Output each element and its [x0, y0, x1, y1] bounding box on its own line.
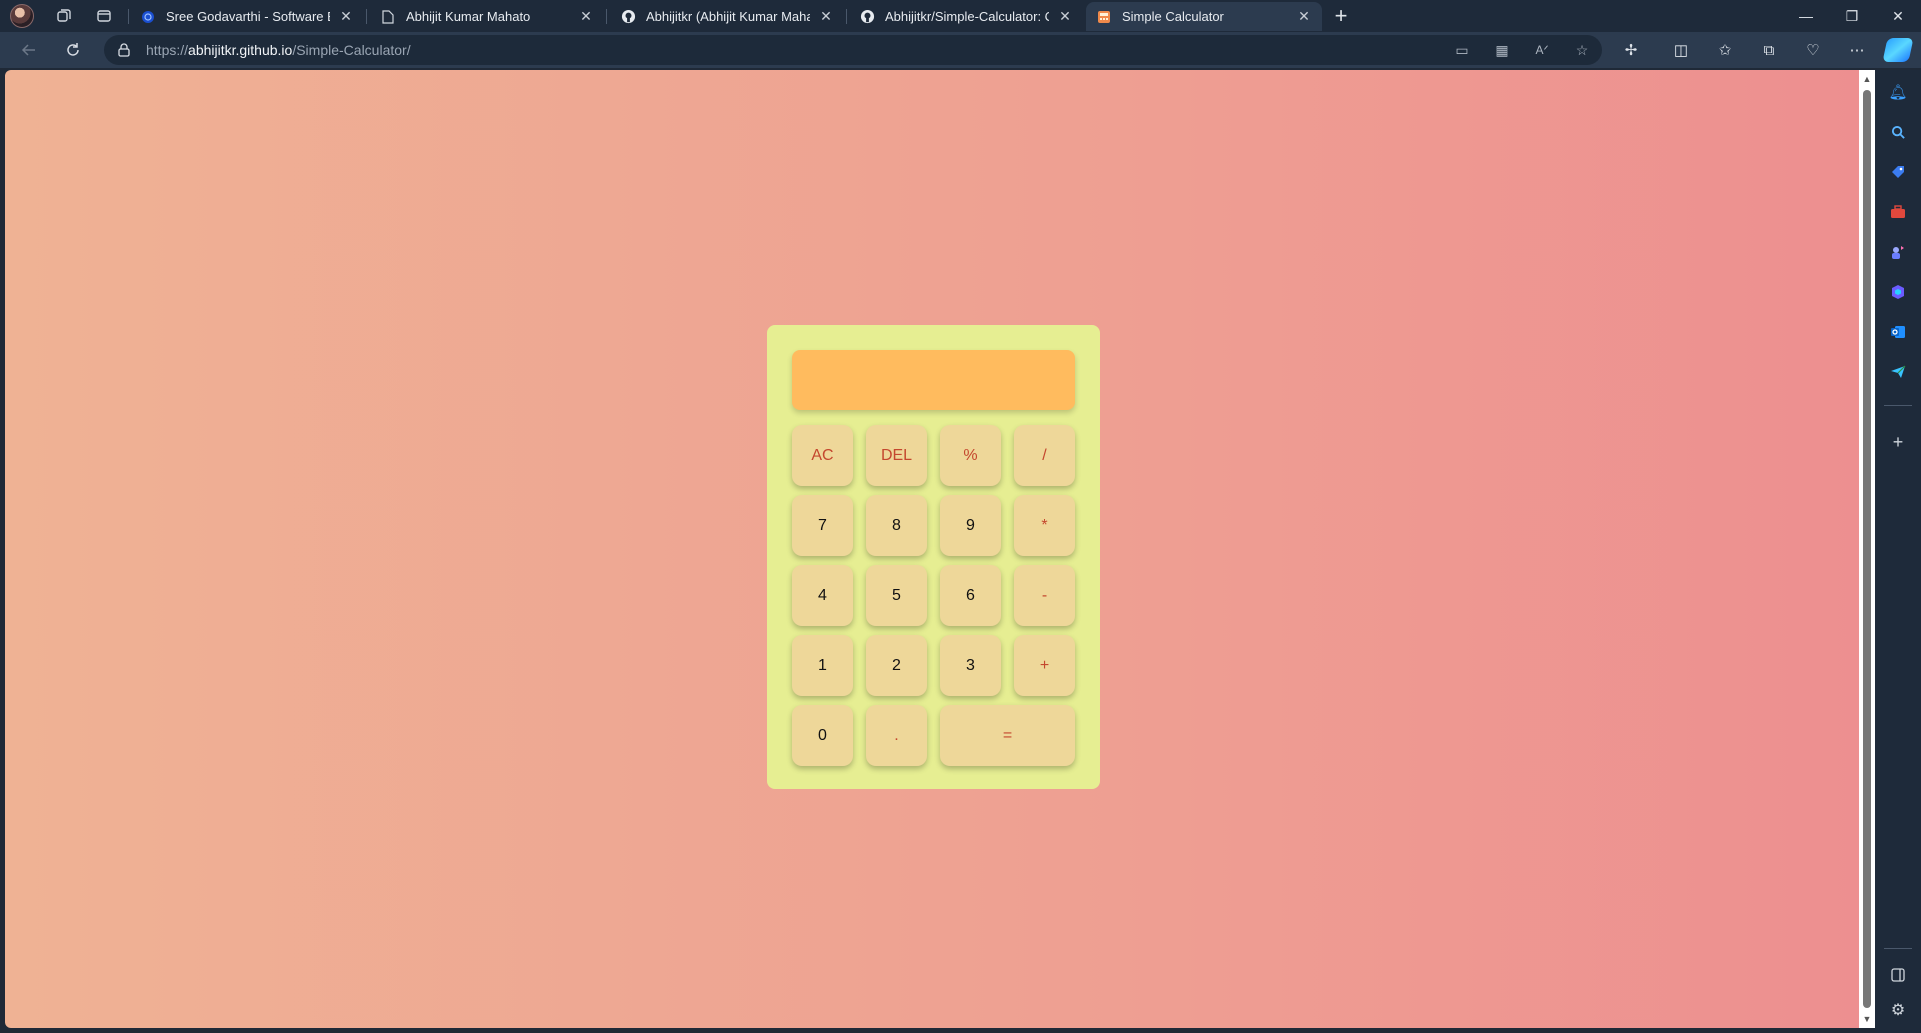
url-path: /Simple-Calculator/ — [292, 42, 411, 58]
address-bar[interactable]: https://abhijitkr.github.io/Simple-Calcu… — [104, 35, 1602, 65]
key-equals[interactable]: = — [940, 705, 1075, 766]
games-icon[interactable] — [1886, 240, 1910, 264]
microsoft-365-icon[interactable] — [1886, 280, 1910, 304]
tab-title: Abhijitkr (Abhijit Kumar Mahato) — [646, 9, 810, 24]
vertical-scrollbar[interactable]: ▲ ▼ — [1859, 70, 1875, 1028]
more-options-icon[interactable]: ⋯ — [1842, 36, 1872, 64]
calculator: AC DEL % / 7 8 9 * 4 5 6 - 1 2 3 + 0 . = — [767, 325, 1100, 789]
close-window-button[interactable]: ✕ — [1875, 0, 1921, 32]
key-1[interactable]: 1 — [792, 635, 853, 696]
lock-icon[interactable] — [116, 42, 132, 58]
scroll-down-arrow-icon[interactable]: ▼ — [1859, 1012, 1875, 1026]
avatar — [10, 4, 34, 28]
minimize-button[interactable]: — — [1783, 0, 1829, 32]
profile-avatar[interactable] — [2, 0, 42, 32]
read-aloud-icon[interactable]: Aᐟ — [1530, 38, 1554, 62]
refresh-button[interactable] — [58, 36, 88, 64]
tab-separator — [128, 9, 129, 24]
split-screen-icon[interactable]: ◫ — [1666, 36, 1696, 64]
globe-icon — [140, 9, 156, 25]
key-add[interactable]: + — [1014, 635, 1075, 696]
tab-separator — [846, 9, 847, 24]
url-host: abhijitkr.github.io — [188, 42, 293, 58]
key-9[interactable]: 9 — [940, 495, 1001, 556]
navigation-bar: https://abhijitkr.github.io/Simple-Calcu… — [0, 32, 1921, 68]
toolbox-icon[interactable] — [1886, 200, 1910, 224]
sidebar-divider — [1884, 405, 1912, 406]
calculator-display — [792, 350, 1075, 410]
outlook-icon[interactable] — [1886, 320, 1910, 344]
tab-title: Abhijitkr/Simple-Calculator: Calc — [885, 9, 1049, 24]
key-5[interactable]: 5 — [866, 565, 927, 626]
key-divide[interactable]: / — [1014, 425, 1075, 486]
github-icon — [620, 9, 636, 25]
scroll-thumb[interactable] — [1863, 90, 1871, 1008]
tab-separator — [606, 9, 607, 24]
drop-send-icon[interactable] — [1886, 360, 1910, 384]
tab-title: Sree Godavarthi - Software Engi — [166, 9, 330, 24]
key-4[interactable]: 4 — [792, 565, 853, 626]
extensions-icon[interactable]: ✢ — [1616, 36, 1646, 64]
tab-abhijit-kumar-mahato[interactable]: Abhijit Kumar Mahato ✕ — [370, 2, 604, 31]
qr-code-icon[interactable]: ▦ — [1490, 38, 1514, 62]
key-delete[interactable]: DEL — [866, 425, 927, 486]
github-icon — [859, 9, 875, 25]
collections-icon[interactable]: ⧉ — [1754, 36, 1784, 64]
calculator-icon — [1096, 9, 1112, 25]
page-content: AC DEL % / 7 8 9 * 4 5 6 - 1 2 3 + 0 . = — [5, 70, 1859, 1028]
close-icon[interactable]: ✕ — [818, 8, 834, 25]
key-0[interactable]: 0 — [792, 705, 853, 766]
key-2[interactable]: 2 — [866, 635, 927, 696]
add-sidebar-app-icon[interactable]: + — [1886, 430, 1910, 454]
search-icon[interactable] — [1886, 120, 1910, 144]
tab-title: Abhijit Kumar Mahato — [406, 9, 531, 24]
close-icon[interactable]: ✕ — [1296, 8, 1312, 25]
favorite-star-icon[interactable]: ☆ — [1570, 38, 1594, 62]
app-available-icon[interactable]: ▭ — [1450, 38, 1474, 62]
close-icon[interactable]: ✕ — [1057, 8, 1073, 25]
sidebar-divider — [1884, 948, 1912, 949]
document-icon — [380, 9, 396, 25]
close-icon[interactable]: ✕ — [578, 8, 594, 25]
tab-github-repo[interactable]: Abhijitkr/Simple-Calculator: Calc ✕ — [849, 2, 1083, 31]
key-8[interactable]: 8 — [866, 495, 927, 556]
key-decimal[interactable]: . — [866, 705, 927, 766]
key-7[interactable]: 7 — [792, 495, 853, 556]
notification-bell-icon[interactable]: 🔔︎ — [1886, 80, 1910, 104]
key-3[interactable]: 3 — [940, 635, 1001, 696]
tab-separator — [366, 9, 367, 24]
tab-simple-calculator[interactable]: Simple Calculator ✕ — [1086, 2, 1322, 31]
tab-strip: Sree Godavarthi - Software Engi ✕ Abhiji… — [0, 0, 1921, 32]
new-tab-button[interactable]: + — [1327, 2, 1355, 30]
tab-title: Simple Calculator — [1122, 9, 1224, 24]
edge-sidebar: 🔔︎ + ⚙ — [1875, 70, 1921, 1033]
workspaces-icon[interactable] — [44, 0, 84, 32]
close-icon[interactable]: ✕ — [338, 8, 354, 25]
shopping-tag-icon[interactable] — [1886, 160, 1910, 184]
vertical-tabs-icon[interactable] — [84, 0, 124, 32]
key-subtract[interactable]: - — [1014, 565, 1075, 626]
browser-essentials-icon[interactable]: ♡ — [1798, 36, 1828, 64]
key-percent[interactable]: % — [940, 425, 1001, 486]
back-button[interactable] — [14, 36, 44, 64]
hide-sidebar-icon[interactable] — [1886, 963, 1910, 987]
url-protocol: https:// — [146, 42, 189, 58]
tab-sree-godavarthi[interactable]: Sree Godavarthi - Software Engi ✕ — [130, 2, 364, 31]
key-multiply[interactable]: * — [1014, 495, 1075, 556]
favorites-icon[interactable]: ✩ — [1710, 36, 1740, 64]
key-clear[interactable]: AC — [792, 425, 853, 486]
restore-button[interactable]: ❐ — [1829, 0, 1875, 32]
scroll-up-arrow-icon[interactable]: ▲ — [1859, 72, 1875, 86]
key-6[interactable]: 6 — [940, 565, 1001, 626]
tab-github-profile[interactable]: Abhijitkr (Abhijit Kumar Mahato) ✕ — [610, 2, 844, 31]
sidebar-settings-gear-icon[interactable]: ⚙ — [1886, 998, 1910, 1022]
address-bar-actions: ▭ ▦ Aᐟ ☆ — [1450, 35, 1594, 65]
